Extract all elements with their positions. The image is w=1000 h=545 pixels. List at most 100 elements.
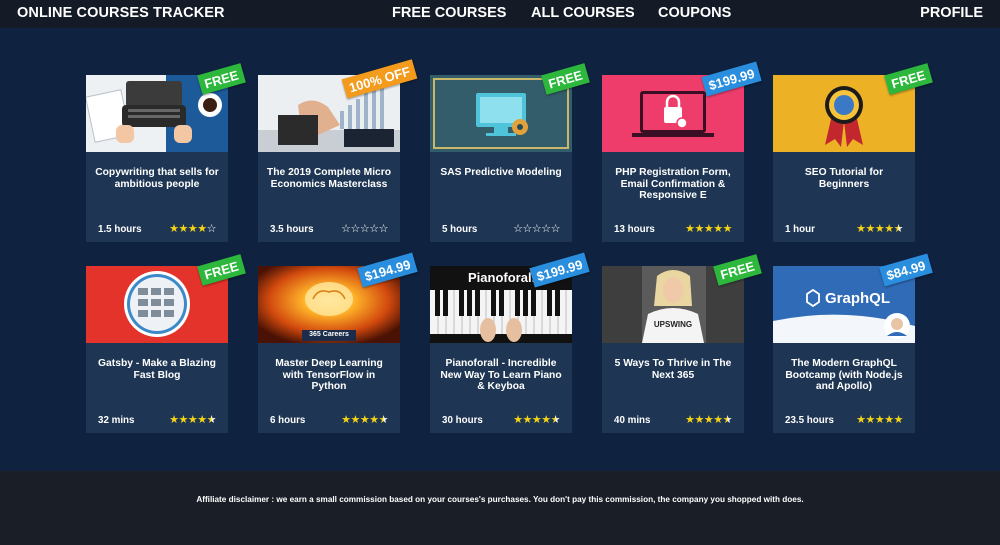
star-icon: ★: [884, 222, 894, 235]
course-title[interactable]: Copywriting that sells for ambitious peo…: [92, 167, 222, 190]
affiliate-disclaimer: Affiliate disclaimer : we earn a small c…: [196, 495, 804, 504]
nav-free-courses[interactable]: FREE COURSES: [392, 5, 506, 21]
star-icon: ★: [856, 222, 866, 235]
thumb-caption: 365 Careers: [309, 331, 349, 338]
star-icon: ☆: [541, 222, 551, 235]
course-title[interactable]: SEO Tutorial for Beginners: [779, 167, 909, 190]
course-duration: 3.5 hours: [270, 224, 314, 235]
course-duration: 5 hours: [442, 224, 478, 235]
course-duration: 40 mins: [614, 415, 651, 426]
course-duration: 1.5 hours: [98, 224, 142, 235]
course-card[interactable]: FREE SAS Predictive Modeling 5 hours ☆☆☆…: [430, 63, 590, 242]
star-icon: ★: [713, 413, 723, 426]
nav-all-courses[interactable]: ALL COURSES: [531, 5, 635, 21]
star-icon: ★: [378, 413, 389, 426]
star-icon: ★: [865, 413, 876, 426]
rating-stars: ★★★★★: [169, 413, 216, 426]
star-icon: ★: [350, 413, 361, 426]
course-card[interactable]: FREE Gatsby - Make a Blazing Fast Blog 3…: [86, 254, 246, 433]
rating-stars: ★★★★★: [341, 413, 388, 426]
star-icon: ★: [341, 413, 351, 426]
star-icon: ★: [874, 413, 885, 426]
course-duration: 23.5 hours: [785, 415, 835, 426]
nav-profile[interactable]: PROFILE: [920, 5, 983, 21]
course-duration: 13 hours: [614, 224, 655, 235]
rating-stars: ★★★★★: [685, 413, 732, 426]
star-icon: ★: [197, 222, 207, 235]
course-title[interactable]: The 2019 Complete Micro Economics Master…: [264, 167, 394, 190]
star-icon: ★: [856, 413, 866, 426]
star-icon: ★: [531, 413, 542, 426]
star-icon: ★: [169, 222, 179, 235]
star-icon: ★: [722, 222, 733, 235]
rating-stars: ☆☆☆☆☆: [513, 222, 560, 235]
star-icon: ☆: [550, 222, 561, 235]
site-brand[interactable]: ONLINE COURSES TRACKER: [17, 5, 225, 21]
course-card[interactable]: 365 Careers $194.99 Master Deep Learning…: [258, 252, 418, 433]
star-icon: ★: [703, 413, 714, 426]
star-icon: ★: [874, 222, 885, 235]
course-duration: 1 hour: [785, 224, 815, 235]
star-icon: ★: [722, 413, 733, 426]
course-title[interactable]: Gatsby - Make a Blazing Fast Blog: [92, 358, 222, 381]
star-icon: ☆: [206, 222, 217, 235]
star-icon: ★: [513, 413, 523, 426]
course-duration: 30 hours: [442, 415, 483, 426]
star-icon: ★: [178, 222, 189, 235]
course-card[interactable]: 100% OFF The 2019 Complete Micro Economi…: [258, 59, 418, 242]
star-icon: ☆: [369, 222, 379, 235]
top-navigation-bar: ONLINE COURSES TRACKER FREE COURSES ALL …: [0, 0, 1000, 28]
star-icon: ☆: [378, 222, 389, 235]
course-title[interactable]: 5 Ways To Thrive in The Next 365: [608, 358, 738, 381]
star-icon: ☆: [359, 222, 370, 235]
course-title[interactable]: SAS Predictive Modeling: [436, 167, 566, 179]
star-icon: ☆: [350, 222, 361, 235]
rating-stars: ★★★★★: [856, 222, 903, 235]
star-icon: ★: [197, 413, 207, 426]
star-icon: ★: [865, 222, 876, 235]
star-icon: ★: [359, 413, 370, 426]
course-duration: 6 hours: [270, 415, 306, 426]
star-icon: ★: [893, 222, 904, 235]
thumb-caption: UPSWING: [653, 320, 693, 329]
star-icon: ★: [713, 222, 723, 235]
course-card[interactable]: UPSWING FREE 5 Ways To Thrive in The Nex…: [602, 254, 762, 433]
rating-stars: ★★★★★: [685, 222, 732, 235]
course-card[interactable]: FREE Copywriting that sells for ambitiou…: [86, 63, 246, 242]
thumb-caption: Pianoforall: [468, 270, 536, 285]
course-card[interactable]: FREE SEO Tutorial for Beginners 1 hour ★…: [773, 63, 933, 242]
star-icon: ★: [187, 413, 198, 426]
star-icon: ☆: [531, 222, 542, 235]
star-icon: ★: [685, 413, 695, 426]
rating-stars: ☆☆☆☆☆: [341, 222, 388, 235]
thumb-caption: GraphQL: [825, 290, 891, 307]
star-icon: ★: [550, 413, 561, 426]
course-duration: 32 mins: [98, 415, 135, 426]
star-icon: ★: [694, 413, 705, 426]
star-icon: ☆: [513, 222, 523, 235]
course-card[interactable]: $199.99 PHP Registration Form, Email Con…: [602, 61, 762, 242]
star-icon: ★: [694, 222, 705, 235]
star-icon: ★: [369, 413, 379, 426]
star-icon: ★: [893, 413, 904, 426]
star-icon: ★: [685, 222, 695, 235]
course-card[interactable]: GraphQL $84.99 The Modern GraphQL Bootca…: [773, 253, 933, 433]
rating-stars: ★★★★☆: [169, 222, 216, 235]
star-icon: ☆: [341, 222, 351, 235]
star-icon: ★: [187, 222, 198, 235]
course-card[interactable]: Pianoforall $199.99 Pianoforall - Incred…: [430, 252, 590, 433]
nav-coupons[interactable]: COUPONS: [658, 5, 731, 21]
star-icon: ★: [169, 413, 179, 426]
course-title[interactable]: Pianoforall - Incredible New Way To Lear…: [436, 358, 566, 393]
rating-stars: ★★★★★: [513, 413, 560, 426]
star-icon: ★: [522, 413, 533, 426]
star-icon: ★: [884, 413, 894, 426]
course-title[interactable]: The Modern GraphQL Bootcamp (with Node.j…: [779, 358, 909, 393]
footer: Affiliate disclaimer : we earn a small c…: [0, 471, 1000, 545]
star-icon: ★: [541, 413, 551, 426]
course-title[interactable]: PHP Registration Form, Email Confirmatio…: [608, 167, 738, 202]
course-title[interactable]: Master Deep Learning with TensorFlow in …: [264, 358, 394, 393]
star-icon: ★: [703, 222, 714, 235]
star-icon: ★: [178, 413, 189, 426]
star-icon: ★: [206, 413, 217, 426]
